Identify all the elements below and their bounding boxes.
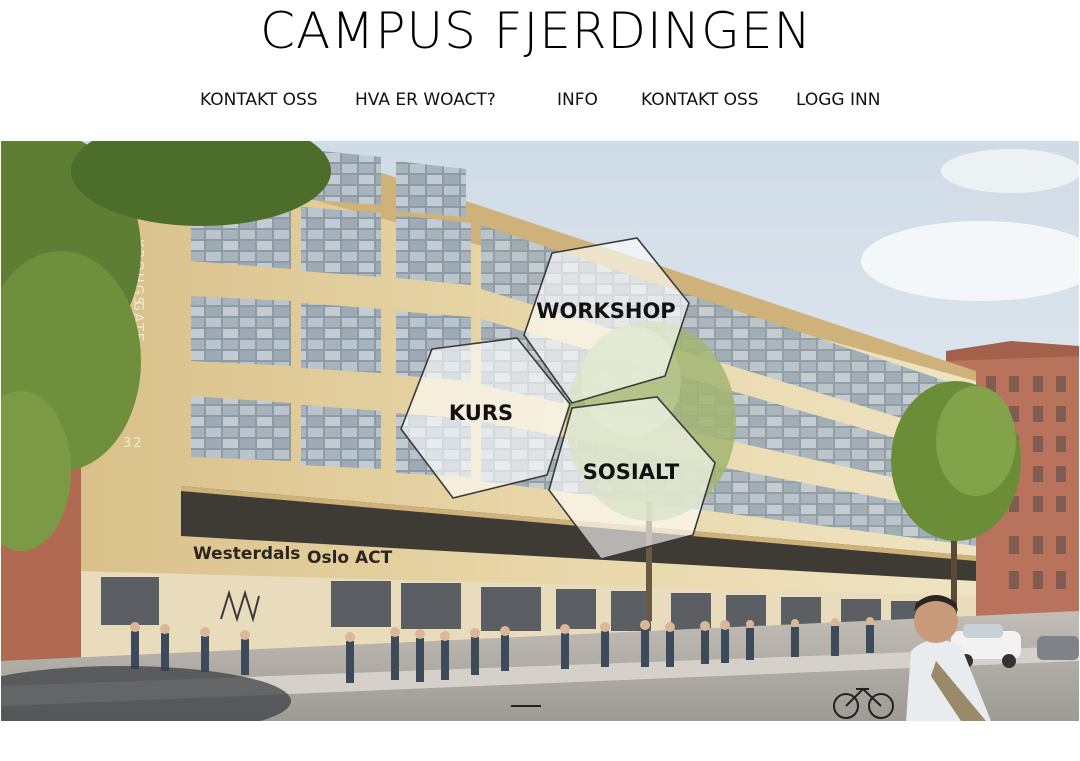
hero-illustration: Westerdals Oslo ACT KROHGS GATE 32 <box>1 141 1079 721</box>
nav-item-hva-er-woact[interactable]: HVA ER WOACT? <box>355 90 496 110</box>
hexagon-sosialt-label: SOSIALT <box>583 460 680 484</box>
nav-item-kontakt-oss-2[interactable]: KONTAKT OSS <box>641 90 759 110</box>
street-number: 32 <box>123 436 144 451</box>
sign-brand-sub: Oslo ACT <box>307 548 393 568</box>
page: CAMPUS FJERDINGEN KONTAKT OSS HVA ER WOA… <box>0 0 1080 761</box>
hero-banner: Westerdals Oslo ACT KROHGS GATE 32 <box>1 141 1079 721</box>
sign-brand-main: Westerdals <box>193 544 300 564</box>
main-nav: KONTAKT OSS HVA ER WOACT? INFO KONTAKT O… <box>0 90 1080 116</box>
hexagon-workshop-label: WORKSHOP <box>536 299 675 323</box>
nav-item-kontakt-oss[interactable]: KONTAKT OSS <box>200 90 318 110</box>
site-title: CAMPUS FJERDINGEN <box>260 2 812 60</box>
hexagon-kurs-label: KURS <box>449 401 513 425</box>
nav-item-logg-inn[interactable]: LOGG INN <box>796 90 880 110</box>
nav-item-info[interactable]: INFO <box>557 90 598 110</box>
